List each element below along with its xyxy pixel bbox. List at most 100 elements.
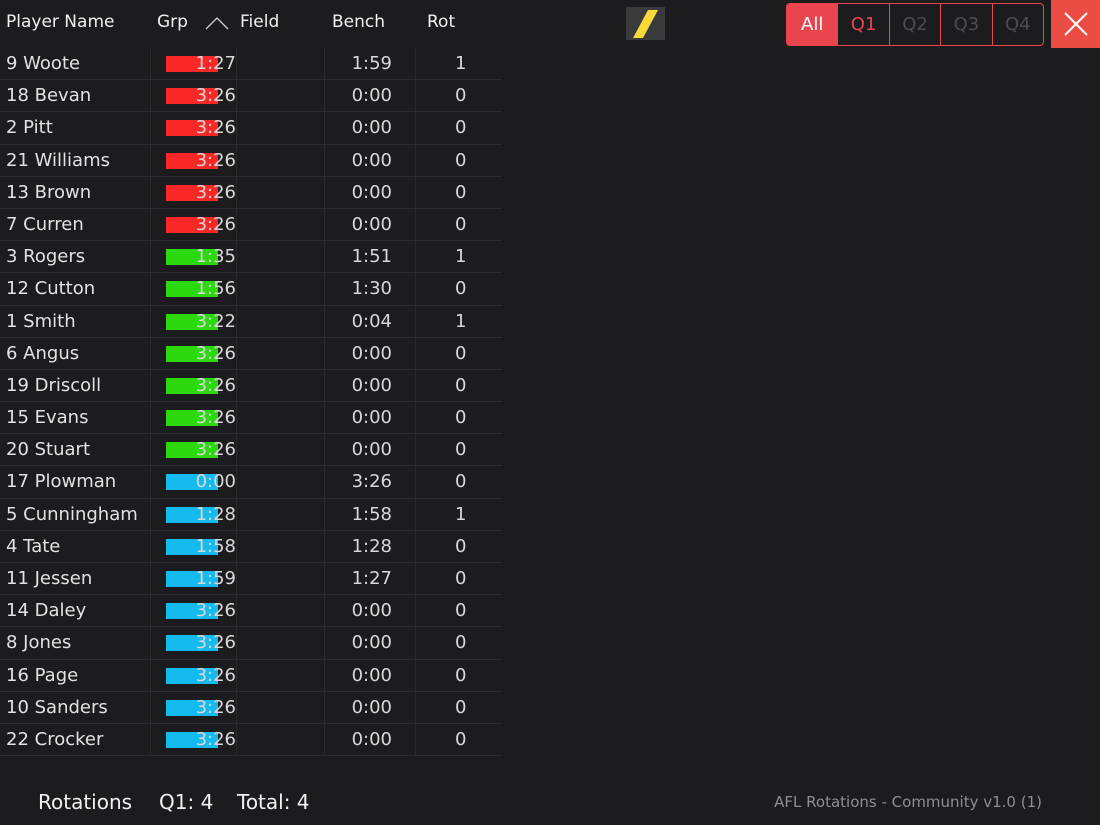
table-row[interactable]: 21 Williams 3:26 0:00 0	[0, 144, 502, 177]
rotation-count: 0	[455, 535, 467, 557]
rotation-count: 0	[455, 342, 467, 364]
table-row[interactable]: 10 Sanders 3:26 0:00 0	[0, 691, 502, 724]
header-player-name[interactable]: Player Name	[6, 12, 114, 32]
rotation-count: 0	[455, 471, 467, 493]
column-divider	[324, 273, 325, 305]
column-divider	[415, 337, 416, 369]
table-row[interactable]: 12 Cutton 1:56 1:30 0	[0, 273, 502, 306]
column-divider	[150, 595, 151, 627]
rotation-count: 1	[455, 53, 467, 74]
table-row[interactable]: 17 Plowman 0:00 3:26 0	[0, 466, 502, 499]
bench-time: 0:00	[351, 117, 392, 139]
bench-time: 0:00	[351, 632, 392, 654]
player-name: 9 Woote	[6, 53, 81, 74]
column-divider	[236, 80, 237, 112]
rotation-count: 0	[455, 181, 467, 203]
header-rot[interactable]: Rot	[427, 12, 455, 32]
field-time: 0:00	[195, 471, 236, 493]
table-row[interactable]: 2 Pitt 3:26 0:00 0	[0, 112, 502, 145]
table-row[interactable]: 3 Rogers 1:35 1:51 1	[0, 241, 502, 274]
column-divider	[150, 659, 151, 691]
table-row[interactable]: 16 Page 3:26 0:00 0	[0, 659, 502, 692]
column-divider	[236, 723, 237, 756]
table-row[interactable]: 19 Driscoll 3:26 0:00 0	[0, 369, 502, 403]
table-row[interactable]: 5 Cunningham 1:28 1:58 1	[0, 498, 502, 531]
column-divider	[236, 530, 237, 562]
header-field[interactable]: Field	[240, 12, 279, 32]
column-divider	[415, 595, 416, 627]
filter-all-button[interactable]: All	[787, 4, 838, 45]
table-row[interactable]: 8 Jones 3:26 0:00 0	[0, 627, 502, 660]
table-row[interactable]: 6 Angus 3:26 0:00 0	[0, 337, 502, 370]
field-time: 3:26	[195, 342, 236, 364]
table-row[interactable]: 13 Brown 3:26 0:00 0	[0, 176, 502, 209]
column-divider	[324, 337, 325, 369]
player-name: 14 Daley	[6, 600, 87, 622]
chevron-up-icon[interactable]	[203, 15, 231, 31]
field-time: 3:26	[195, 728, 236, 750]
rotation-count: 0	[455, 568, 467, 589]
filter-q4-button[interactable]: Q4	[991, 4, 1043, 45]
column-divider	[150, 402, 151, 434]
column-divider	[236, 273, 237, 305]
table-row[interactable]: 7 Curren 3:26 0:00 0	[0, 208, 502, 242]
rotation-count: 0	[455, 149, 467, 171]
table-row[interactable]: 4 Tate 1:58 1:28 0	[0, 530, 502, 563]
rotation-count: 0	[455, 374, 467, 396]
player-name: 6 Angus	[6, 342, 80, 364]
table-row[interactable]: 22 Crocker 3:26 0:00 0	[0, 723, 502, 757]
column-divider	[415, 723, 416, 756]
filter-q2-button[interactable]: Q2	[888, 4, 940, 45]
column-divider	[324, 563, 325, 595]
column-divider	[150, 627, 151, 659]
rotation-count: 0	[455, 407, 467, 429]
rotation-count: 1	[455, 503, 467, 525]
table-row[interactable]: 18 Bevan 3:26 0:00 0	[0, 80, 502, 113]
header-group[interactable]: Grp	[157, 12, 188, 32]
field-time: 1:59	[195, 568, 236, 589]
column-divider	[150, 48, 151, 80]
column-divider	[236, 144, 237, 176]
bench-time: 0:00	[351, 439, 392, 461]
table-row[interactable]: 1 Smith 3:22 0:04 1	[0, 305, 502, 338]
column-divider	[324, 434, 325, 466]
table-row[interactable]: 9 Woote 1:27 1:59 1	[0, 48, 502, 81]
column-divider	[236, 691, 237, 723]
table-row[interactable]: 20 Stuart 3:26 0:00 0	[0, 434, 502, 467]
table-header: Player Name Grp Field Bench Rot All Q1 Q…	[0, 0, 1100, 48]
column-divider	[415, 208, 416, 241]
rotation-count: 0	[455, 85, 467, 107]
player-name: 1 Smith	[6, 310, 76, 332]
column-divider	[236, 337, 237, 369]
filter-q1-button[interactable]: Q1	[837, 4, 888, 45]
header-bench[interactable]: Bench	[332, 12, 385, 32]
column-divider	[324, 498, 325, 530]
column-divider	[150, 208, 151, 241]
bench-time: 0:00	[351, 728, 392, 750]
close-button[interactable]	[1051, 0, 1100, 48]
column-divider	[415, 273, 416, 305]
column-divider	[236, 241, 237, 273]
column-divider	[324, 144, 325, 176]
column-divider	[324, 723, 325, 756]
column-divider	[415, 112, 416, 144]
column-divider	[236, 305, 237, 337]
column-divider	[236, 563, 237, 595]
rotations-label: Rotations	[38, 790, 133, 814]
column-divider	[415, 466, 416, 498]
table-row[interactable]: 14 Daley 3:26 0:00 0	[0, 595, 502, 628]
column-divider	[150, 112, 151, 144]
table-row[interactable]: 11 Jessen 1:59 1:27 0	[0, 563, 502, 596]
column-divider	[324, 466, 325, 498]
filter-q3-button[interactable]: Q3	[940, 4, 991, 45]
column-divider	[324, 48, 325, 80]
table-row[interactable]: 15 Evans 3:26 0:00 0	[0, 402, 502, 435]
close-icon	[1063, 12, 1088, 36]
field-time: 3:22	[195, 310, 236, 332]
column-divider	[150, 466, 151, 498]
field-time: 1:35	[195, 246, 236, 268]
column-divider	[324, 112, 325, 144]
rotation-count: 0	[455, 728, 467, 750]
column-divider	[236, 48, 237, 80]
column-divider	[415, 530, 416, 562]
